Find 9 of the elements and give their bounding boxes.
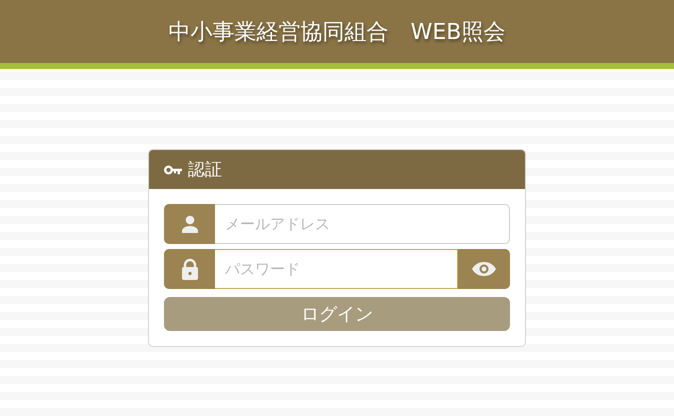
- user-icon: [180, 215, 198, 233]
- card-title: 認証: [188, 159, 222, 181]
- page-title: 中小事業経営協同組合 WEB照会: [168, 18, 506, 46]
- password-field[interactable]: パスワード: [215, 249, 458, 289]
- email-field[interactable]: メールアドレス: [215, 204, 510, 244]
- show-password-button[interactable]: [458, 249, 510, 289]
- lock-icon: [180, 258, 198, 280]
- key-icon: [164, 164, 182, 174]
- eye-icon: [471, 261, 497, 277]
